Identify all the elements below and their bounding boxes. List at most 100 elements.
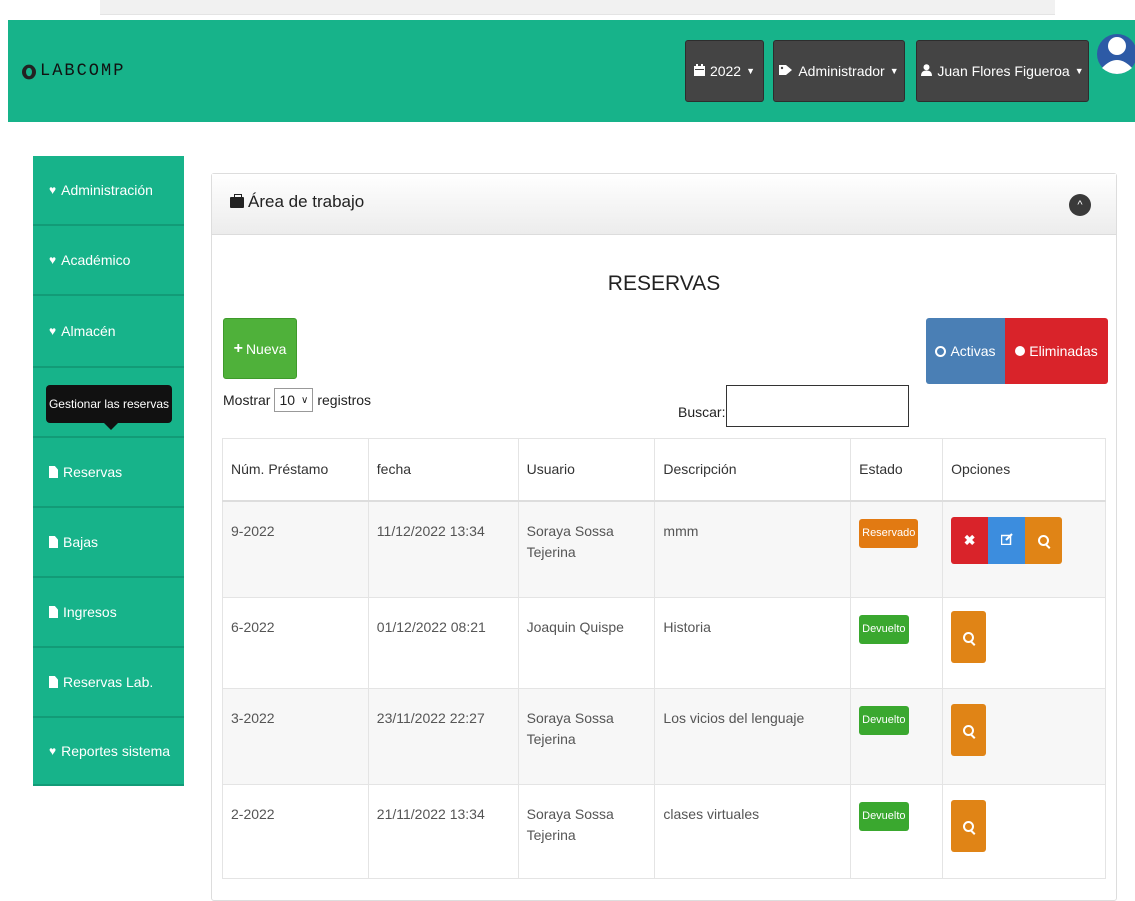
edit-icon (1000, 530, 1013, 551)
table-row: 9-2022 11/12/2022 13:34 Soraya Sossa Teje… (222, 500, 1106, 598)
sidebar-item-reportes[interactable]: ♥ Reportes sistema (33, 718, 184, 786)
sidebar-item-label: Reservas Lab. (63, 674, 154, 690)
panel-title: Área de trabajo (230, 192, 364, 212)
view-button[interactable] (951, 704, 987, 756)
cell-date: 21/11/2022 13:34 (367, 784, 519, 879)
filter-deleted-button[interactable]: Eliminadas (1005, 318, 1108, 384)
sidebar-item-label: Bajas (63, 534, 99, 550)
status-badge: Devuelto (859, 615, 909, 644)
view-button[interactable] (1025, 516, 1063, 564)
user-line: Joaquin Quispe (526, 619, 624, 635)
brand[interactable]: LABCOMP (22, 62, 125, 81)
column-header[interactable]: Núm. Préstamo (222, 438, 369, 502)
column-header[interactable]: Estado (850, 438, 944, 502)
caret-down-icon: ▼ (1074, 66, 1084, 76)
document-icon (49, 676, 58, 688)
cell-options (942, 784, 1106, 879)
work-area-panel: Área de trabajo ^ RESERVAS + Nueva Activ… (211, 173, 1117, 901)
cell-date: 23/11/2022 22:27 (367, 688, 519, 785)
page-length-select[interactable]: 10 ∨ (274, 388, 314, 412)
panel-header: Área de trabajo ^ (212, 174, 1116, 235)
cell-num: 2-2022 (222, 784, 369, 879)
table-header-row: Núm. Préstamo fecha Usuario Descripción … (222, 438, 1106, 502)
page-length: Mostrar 10 ∨ registros (223, 388, 371, 412)
new-button-label: Nueva (245, 340, 287, 357)
sidebar-item-academico[interactable]: ♥ Académico (33, 226, 184, 296)
search-icon (1038, 534, 1050, 546)
chevron-up-icon: ^ (1077, 199, 1083, 211)
sidebar-item-reservas[interactable]: Reservas (33, 438, 184, 508)
delete-button[interactable]: ✖ (951, 516, 989, 564)
briefcase-icon (230, 194, 244, 208)
view-button[interactable] (951, 800, 987, 852)
cell-num: 3-2022 (222, 688, 369, 785)
document-icon (49, 606, 58, 618)
radio-empty-icon (935, 345, 947, 357)
heart-icon: ♥ (49, 183, 57, 197)
reservations-table: Núm. Préstamo fecha Usuario Descripción … (222, 438, 1106, 879)
section-title: RESERVAS (607, 272, 721, 295)
sidebar-item-label: Administración (61, 182, 153, 198)
year-dropdown[interactable]: 2022 ▼ (685, 40, 764, 102)
heart-icon: ♥ (49, 744, 57, 758)
cell-user: Soraya Sossa Tejerina (517, 500, 656, 598)
radio-filled-icon (1015, 346, 1026, 356)
filter-active-button[interactable]: Activas (926, 318, 1005, 384)
avatar[interactable] (1097, 26, 1135, 82)
sidebar-item-ingresos[interactable]: Ingresos (33, 578, 184, 648)
browser-top-strip (100, 0, 1055, 15)
caret-down-icon: ▼ (889, 66, 899, 76)
chevron-down-icon: ∨ (301, 394, 309, 406)
user-line: Tejerina (526, 731, 576, 747)
cell-user: Soraya Sossa Tejerina (517, 688, 656, 785)
sidebar-item-label: Reservas (63, 464, 123, 480)
search-input[interactable] (726, 385, 909, 427)
column-header[interactable]: Opciones (942, 438, 1106, 502)
user-line: Soraya Sossa (526, 806, 614, 822)
sidebar-item-reservas-lab[interactable]: Reservas Lab. (33, 648, 184, 718)
sidebar-item-administracion[interactable]: ♥ Administración (33, 156, 184, 226)
cell-options: ✖ (942, 500, 1106, 598)
cell-status: Devuelto (850, 597, 944, 689)
table-row: 6-2022 01/12/2022 08:21 Joaquin Quispe H… (222, 597, 1106, 689)
length-prefix: Mostrar (223, 392, 271, 408)
user-line: Tejerina (526, 543, 576, 560)
calendar-icon (693, 63, 705, 79)
sidebar-item-bajas[interactable]: Bajas (33, 508, 184, 578)
page-length-value: 10 (279, 392, 296, 408)
view-button[interactable] (951, 611, 987, 663)
edit-button[interactable] (988, 516, 1026, 564)
heart-icon: ♥ (49, 253, 57, 267)
sidebar-item-almacen[interactable]: ♥ Almacén (33, 296, 184, 368)
column-header[interactable]: Descripción (654, 438, 852, 502)
new-button[interactable]: + Nueva (223, 318, 297, 379)
role-label: Administrador (798, 63, 885, 79)
row-actions: ✖ (951, 516, 1105, 564)
collapse-button[interactable]: ^ (1069, 194, 1091, 216)
user-line: Soraya Sossa (526, 522, 614, 539)
length-suffix: registros (317, 392, 372, 408)
status-badge: Devuelto (859, 802, 909, 831)
year-label: 2022 (709, 63, 742, 79)
cell-status: Reservado (850, 500, 944, 598)
role-dropdown[interactable]: Administrador ▼ (773, 40, 905, 102)
cell-user: Soraya Sossa Tejerina (517, 784, 656, 879)
search-label: Buscar: (678, 404, 726, 420)
cell-description: mmm (654, 500, 852, 598)
close-icon: ✖ (963, 531, 976, 548)
logo-icon (22, 64, 36, 79)
search-icon (963, 724, 975, 736)
caret-down-icon: ▼ (746, 66, 756, 76)
column-header[interactable]: fecha (367, 438, 519, 502)
user-line: Soraya Sossa (526, 710, 614, 726)
filter-active-label: Activas (950, 343, 996, 359)
user-dropdown[interactable]: Juan Flores Figueroa ▼ (916, 40, 1089, 102)
cell-description: Historia (654, 597, 852, 689)
column-header[interactable]: Usuario (517, 438, 656, 502)
sidebar-item-label: Reportes sistema (61, 743, 171, 759)
cell-date: 11/12/2022 13:34 (367, 500, 519, 598)
cell-options (942, 688, 1106, 785)
cell-options (942, 597, 1106, 689)
cell-status: Devuelto (850, 688, 944, 785)
tag-icon (779, 63, 793, 79)
